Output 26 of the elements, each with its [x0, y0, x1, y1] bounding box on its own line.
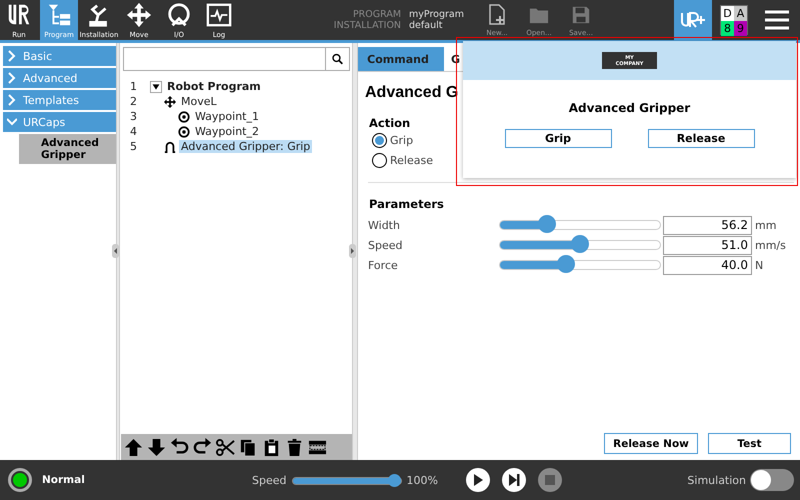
section-title: Action — [369, 116, 412, 130]
status-indicator: D — [721, 6, 734, 21]
field-value: myProgram — [409, 9, 464, 20]
parameter-label: Speed — [368, 238, 404, 252]
simulation-label: Simulation — [687, 474, 746, 486]
popup-title: Advanced Gripper — [568, 101, 690, 115]
field-label: INSTALLATION — [334, 20, 402, 31]
speed-reading: 100% — [406, 474, 439, 486]
line-number: 2 — [130, 95, 138, 108]
status-indicator: 8 — [721, 21, 734, 36]
robot-mode: Normal — [42, 474, 86, 486]
line-number: 4 — [130, 125, 138, 138]
status-indicator: 9 — [734, 21, 747, 36]
unit-label: N — [755, 258, 764, 272]
status-indicator: A — [734, 6, 747, 21]
unit-label: mm/s — [755, 238, 787, 252]
field-value: default — [409, 20, 444, 31]
line-number: 1 — [130, 80, 138, 93]
speed-label: Speed — [252, 474, 286, 486]
line-number: 3 — [130, 110, 138, 123]
section-title: Parameters — [369, 197, 445, 211]
parameter-label: Width — [368, 218, 401, 232]
field-label: PROGRAM — [352, 9, 402, 20]
line-number: 5 — [130, 140, 138, 153]
unit-label: mm — [755, 218, 778, 232]
parameter-label: Force — [368, 258, 399, 272]
